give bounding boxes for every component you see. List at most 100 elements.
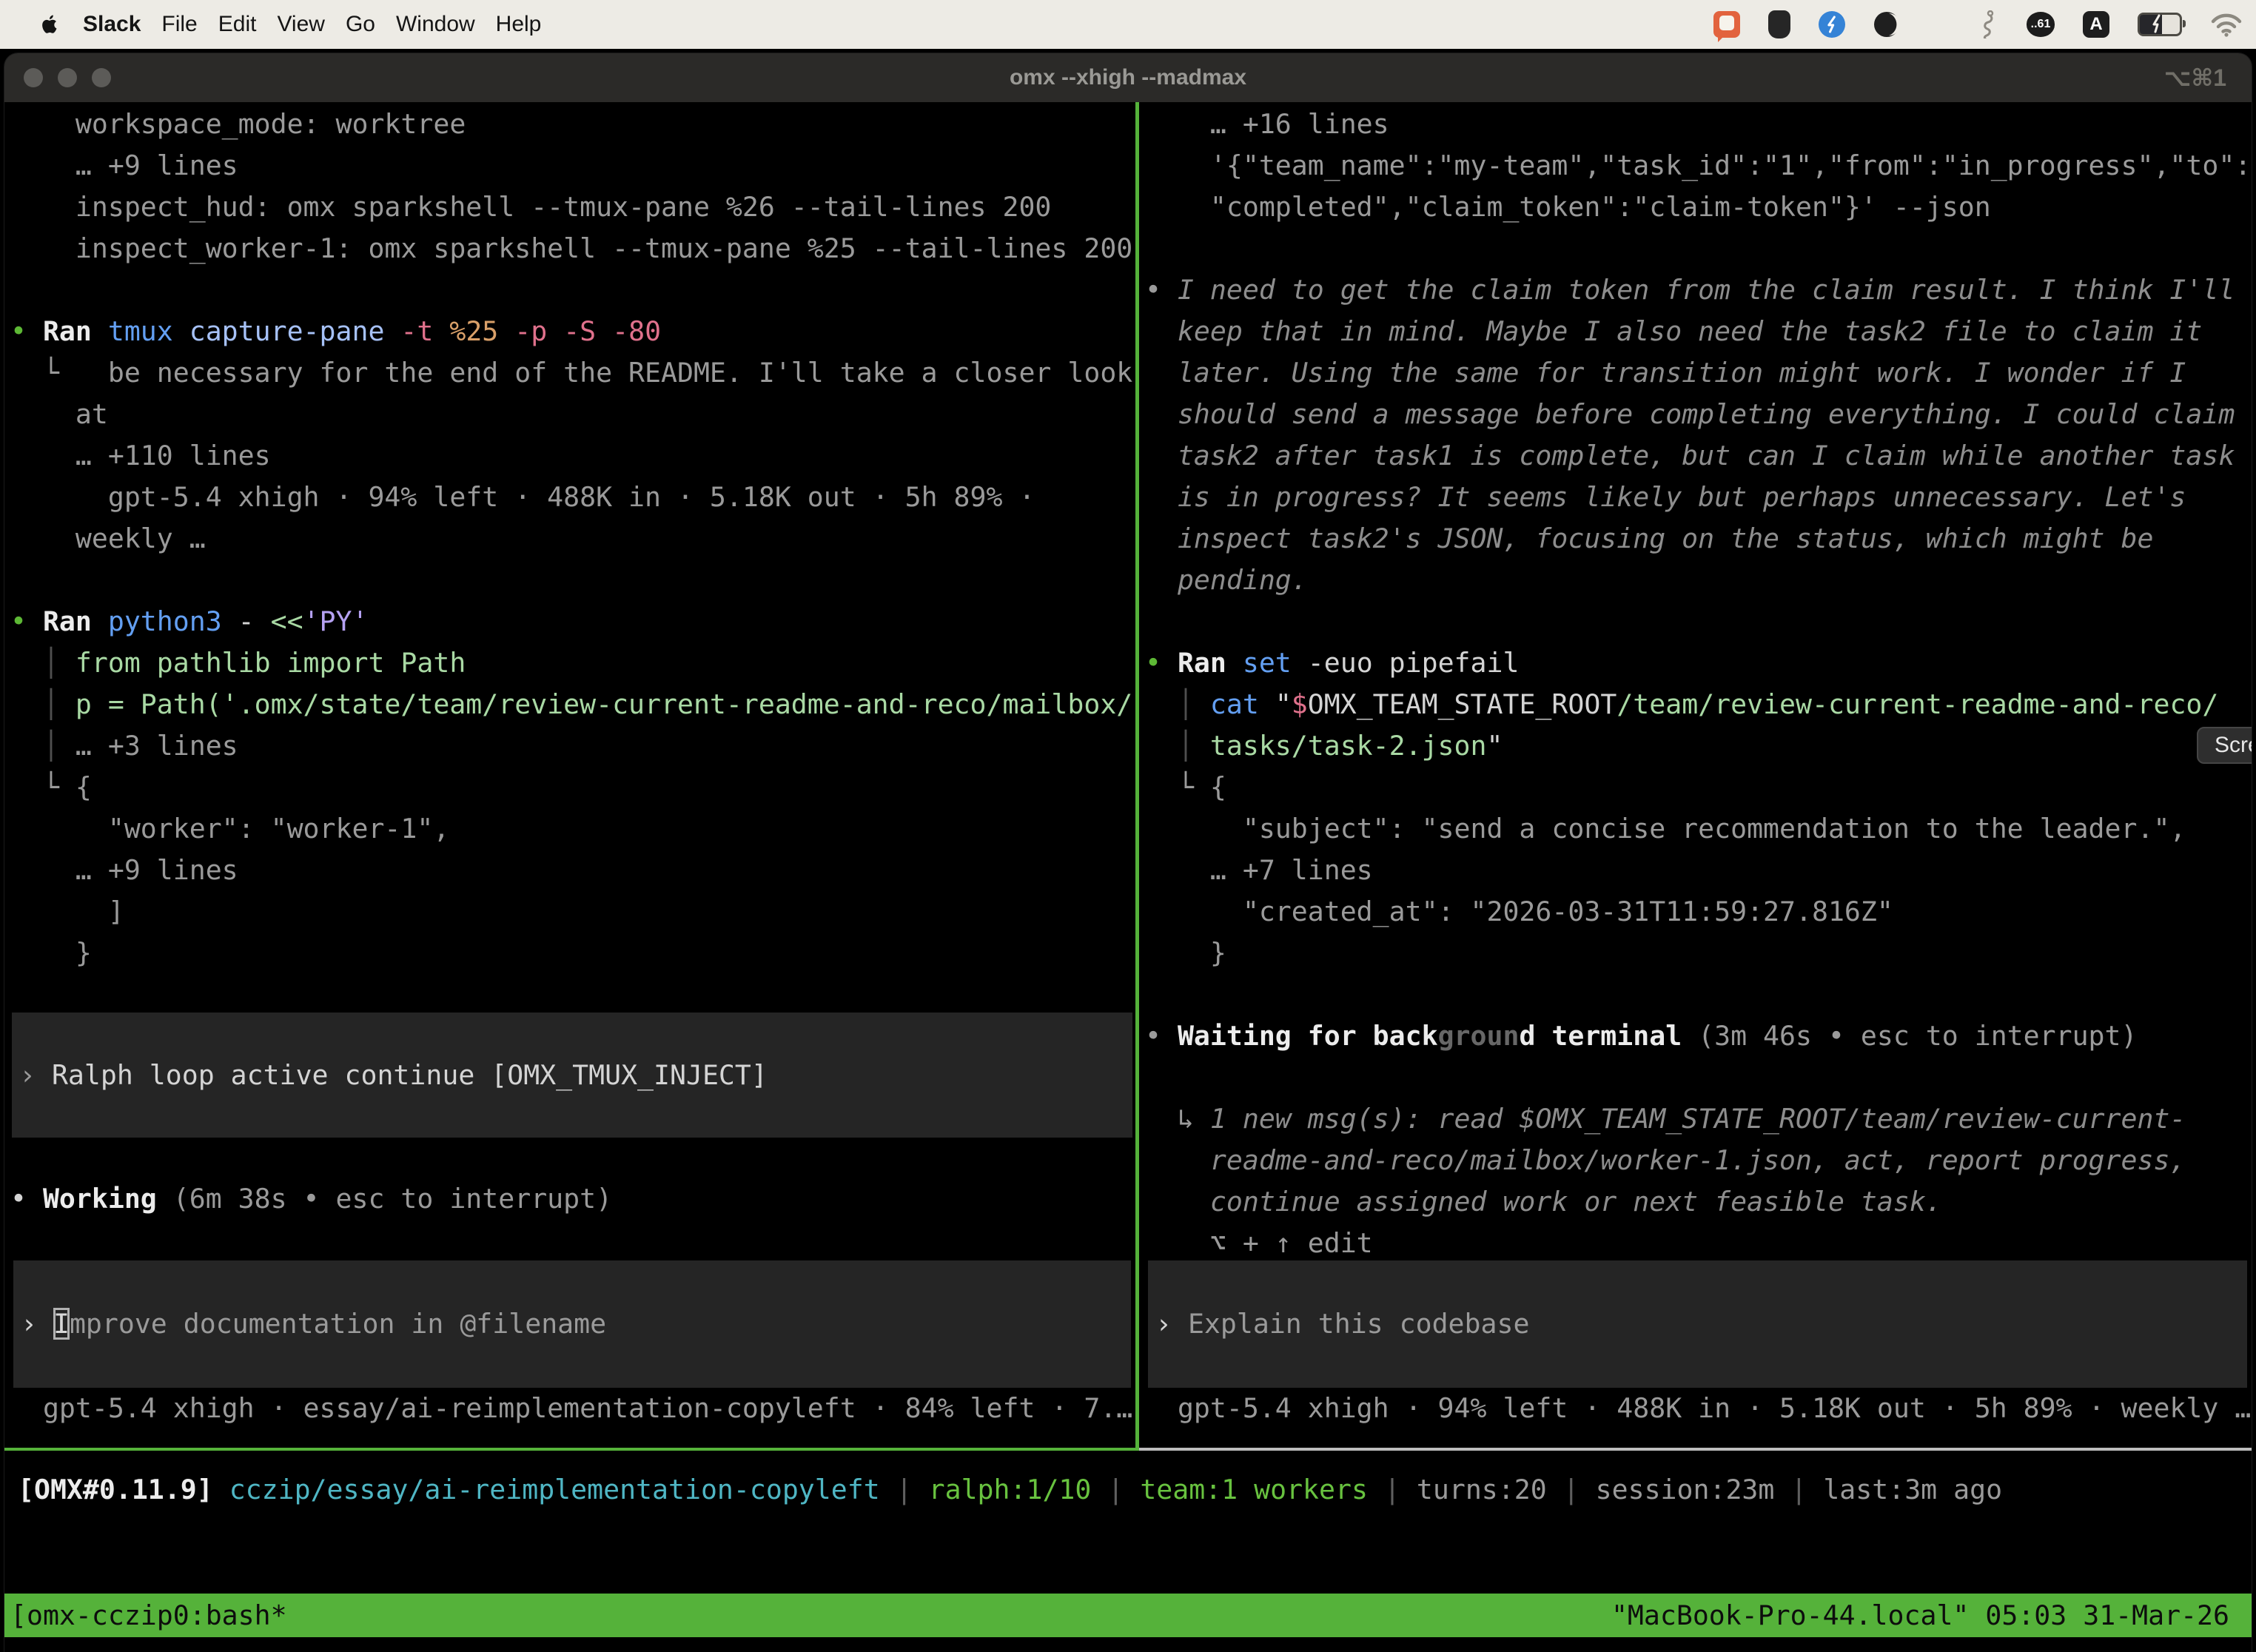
terminal-line: keep that in mind. Maybe I also need the… bbox=[1145, 311, 2252, 352]
terminal-line: ] bbox=[10, 891, 1135, 933]
terminal-line: … +9 lines bbox=[10, 145, 1135, 187]
text-cursor: I bbox=[53, 1308, 70, 1340]
terminal-content: workspace_mode: worktree … +9 lines insp… bbox=[4, 102, 2252, 1652]
screen: Slack File Edit View Go Window Help ..61 A bbox=[0, 0, 2256, 1652]
terminal-line: … +9 lines bbox=[10, 850, 1135, 891]
squiggle-icon[interactable] bbox=[1979, 10, 1998, 38]
terminal-line: '{"team_name":"my-team","task_id":"1","f… bbox=[1145, 145, 2252, 187]
terminal-line: • Waiting for background terminal (3m 46… bbox=[1145, 1015, 2252, 1057]
inject-message-box[interactable]: › Ralph loop active continue [OMX_TMUX_I… bbox=[12, 1013, 1132, 1138]
terminal-line: │ … +3 lines bbox=[10, 725, 1135, 767]
terminal-line: • Working (6m 38s • esc to interrupt) bbox=[10, 1178, 1135, 1220]
terminal-line bbox=[1145, 228, 2252, 269]
terminal-line: task2 after task1 is complete, but can I… bbox=[1145, 435, 2252, 477]
terminal-line: › Ralph loop active continue [OMX_TMUX_I… bbox=[19, 1055, 768, 1096]
terminal-line: "worker": "worker-1", bbox=[10, 808, 1135, 850]
terminal-line: … +16 lines bbox=[1145, 104, 2252, 145]
terminal-line: "created_at": "2026-03-31T11:59:27.816Z" bbox=[1145, 891, 2252, 933]
minimize-button[interactable] bbox=[58, 68, 77, 87]
terminal-line: … +7 lines bbox=[1145, 850, 2252, 891]
terminal-line: continue assigned work or next feasible … bbox=[1145, 1181, 2252, 1223]
terminal-line: } bbox=[1145, 933, 2252, 974]
right-scrollback: … +16 lines '{"team_name":"my-team","tas… bbox=[1145, 104, 2252, 1264]
terminal-line: readme-and-reco/mailbox/worker-1.json, a… bbox=[1145, 1140, 2252, 1181]
screen-tooltip: Scre bbox=[2197, 727, 2252, 764]
terminal-line: "subject": "send a concise recommendatio… bbox=[1145, 808, 2252, 850]
left-scrollback: workspace_mode: worktree … +9 lines insp… bbox=[10, 104, 1135, 974]
terminal-line: └ { bbox=[10, 767, 1135, 808]
terminal-line: │ cat "$OMX_TEAM_STATE_ROOT/team/review-… bbox=[1145, 684, 2252, 725]
menu-item-slack[interactable]: Slack bbox=[83, 12, 141, 37]
right-prompt-input[interactable]: › Explain this codebase bbox=[1148, 1260, 2247, 1388]
terminal-line bbox=[1145, 601, 2252, 642]
terminal-line: at bbox=[10, 394, 1135, 435]
window-shortcut: ⌥⌘1 bbox=[2164, 64, 2226, 92]
terminal-window: omx --xhigh --madmax ⌥⌘1 workspace_mode:… bbox=[4, 53, 2252, 1652]
terminal-line: inspect_worker-1: omx sparkshell --tmux-… bbox=[10, 228, 1135, 269]
terminal-line: … +110 lines bbox=[10, 435, 1135, 477]
shield-grid-icon[interactable] bbox=[1768, 10, 1790, 38]
menu-items: Slack File Edit View Go Window Help bbox=[83, 12, 541, 37]
dots-grid-icon[interactable] bbox=[1928, 13, 1951, 36]
terminal-line: gpt-5.4 xhigh · 94% left · 488K in · 5.1… bbox=[10, 477, 1135, 518]
bolt-circle-icon[interactable] bbox=[1819, 11, 1845, 38]
moon-icon[interactable] bbox=[1873, 11, 1900, 38]
close-button[interactable] bbox=[24, 68, 43, 87]
terminal-line: └ be necessary for the end of the README… bbox=[10, 352, 1135, 394]
omx-status-line: [OMX#0.11.9] cczip/essay/ai-reimplementa… bbox=[18, 1469, 2252, 1511]
right-pane-border bbox=[1139, 1448, 2252, 1451]
tmux-session-label[interactable]: [omx-cczip0:bash* bbox=[10, 1599, 287, 1631]
menu-item-view[interactable]: View bbox=[277, 12, 324, 37]
menu-item-edit[interactable]: Edit bbox=[218, 12, 257, 37]
terminal-line: weekly … bbox=[10, 518, 1135, 560]
terminal-line: "completed","claim_token":"claim-token"}… bbox=[1145, 187, 2252, 228]
apple-menu-icon[interactable] bbox=[38, 12, 61, 37]
terminal-line: should send a message before completing … bbox=[1145, 394, 2252, 435]
badge-61-icon[interactable]: ..61 bbox=[2027, 12, 2055, 37]
terminal-line: inspect task2's JSON, focusing on the st… bbox=[1145, 518, 2252, 560]
terminal-line bbox=[1145, 974, 2252, 1015]
traffic-lights bbox=[24, 68, 111, 87]
menu-item-go[interactable]: Go bbox=[346, 12, 375, 37]
terminal-line: │ from pathlib import Path bbox=[10, 642, 1135, 684]
zoom-button[interactable] bbox=[92, 68, 111, 87]
input-source-a-icon[interactable]: A bbox=[2083, 11, 2109, 38]
tmux-status-bar: [omx-cczip0:bash* "MacBook-Pro-44.local"… bbox=[4, 1594, 2252, 1637]
menu-status-icons: ..61 A bbox=[1713, 10, 2243, 38]
wifi-icon[interactable] bbox=[2210, 12, 2243, 37]
menu-item-window[interactable]: Window bbox=[396, 12, 475, 37]
terminal-line: later. Using the same for transition mig… bbox=[1145, 352, 2252, 394]
chat-icon[interactable] bbox=[1713, 11, 1740, 38]
terminal-line bbox=[10, 269, 1135, 311]
terminal-line: │ p = Path('.omx/state/team/review-curre… bbox=[10, 684, 1135, 725]
left-prompt-input[interactable]: › Improve documentation in @filename bbox=[13, 1260, 1131, 1388]
menu-item-file[interactable]: File bbox=[161, 12, 197, 37]
terminal-line: [OMX#0.11.9] cczip/essay/ai-reimplementa… bbox=[18, 1469, 2252, 1511]
left-pane-status-line: gpt-5.4 xhigh · essay/ai-reimplementatio… bbox=[10, 1388, 1135, 1429]
terminal-line bbox=[1145, 1057, 2252, 1098]
terminal-line: } bbox=[10, 933, 1135, 974]
terminal-line: ↳ 1 new msg(s): read $OMX_TEAM_STATE_ROO… bbox=[1145, 1098, 2252, 1140]
left-pane-border bbox=[4, 1448, 1135, 1451]
terminal-line: › Explain this codebase bbox=[1155, 1303, 1529, 1345]
terminal-line: • Ran set -euo pipefail bbox=[1145, 642, 2252, 684]
terminal-line: pending. bbox=[1145, 560, 2252, 601]
title-bar: omx --xhigh --madmax ⌥⌘1 bbox=[4, 53, 2252, 102]
window-title: omx --xhigh --madmax bbox=[4, 65, 2252, 90]
terminal-line: inspect_hud: omx sparkshell --tmux-pane … bbox=[10, 187, 1135, 228]
terminal-line: is in progress? It seems likely but perh… bbox=[1145, 477, 2252, 518]
terminal-line: gpt-5.4 xhigh · 94% left · 488K in · 5.1… bbox=[1145, 1388, 2252, 1429]
terminal-line: • Ran python3 - <<'PY' bbox=[10, 601, 1135, 642]
terminal-line: ⌥ + ↑ edit bbox=[1145, 1223, 2252, 1264]
terminal-line: │ tasks/task-2.json" bbox=[1145, 725, 2252, 767]
terminal-line: gpt-5.4 xhigh · essay/ai-reimplementatio… bbox=[10, 1388, 1135, 1429]
right-pane-status-line: gpt-5.4 xhigh · 94% left · 488K in · 5.1… bbox=[1145, 1388, 2252, 1429]
terminal-line: • Ran tmux capture-pane -t %25 -p -S -80 bbox=[10, 311, 1135, 352]
working-status-line: • Working (6m 38s • esc to interrupt) bbox=[10, 1178, 1135, 1220]
tmux-host-clock: "MacBook-Pro-44.local" 05:03 31-Mar-26 bbox=[1611, 1599, 2229, 1631]
terminal-line: └ { bbox=[1145, 767, 2252, 808]
battery-icon[interactable] bbox=[2138, 13, 2182, 36]
menu-bar: Slack File Edit View Go Window Help ..61 A bbox=[0, 0, 2256, 49]
menu-item-help[interactable]: Help bbox=[496, 12, 542, 37]
terminal-line: workspace_mode: worktree bbox=[10, 104, 1135, 145]
